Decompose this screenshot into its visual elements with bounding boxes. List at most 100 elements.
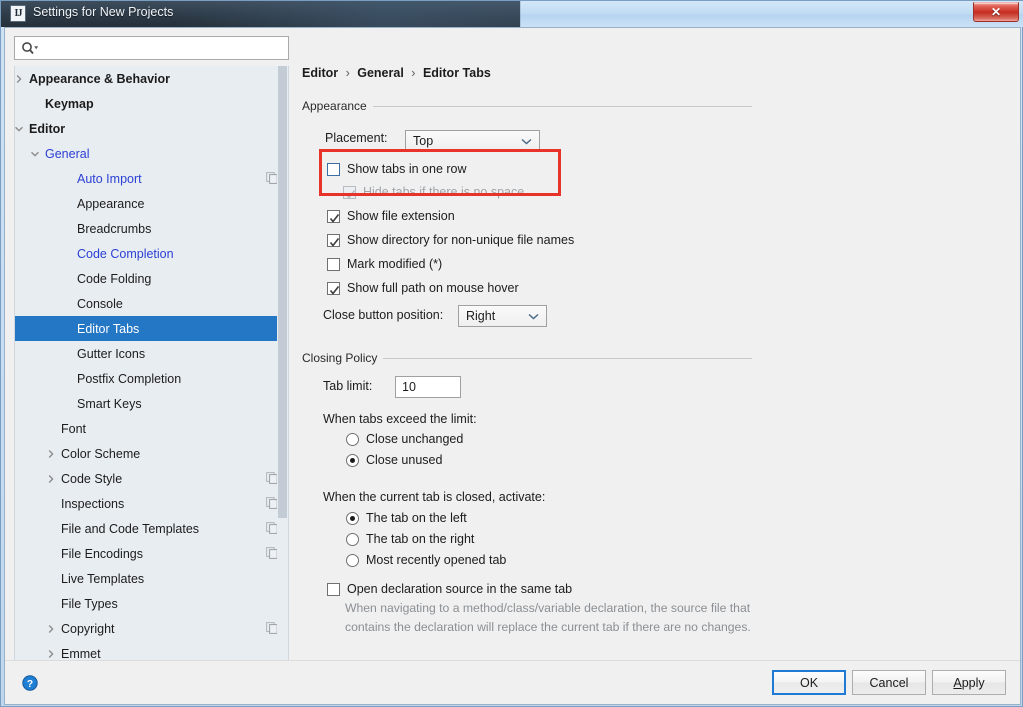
settings-tree[interactable]: Appearance & Behavior Keymap Editor General… [14,66,289,688]
sidebar-item-breadcrumbs[interactable]: Breadcrumbs [15,216,288,241]
radio-dot [350,515,355,521]
chevron-right-icon[interactable] [45,623,57,635]
close-button-position-dropdown[interactable]: Right [458,305,547,327]
sidebar-item-appearance[interactable]: Appearance [15,191,288,216]
tab-on-right-label: The tab on the right [366,532,475,546]
search-icon [21,41,39,55]
sidebar-item-color-scheme[interactable]: Color Scheme [15,441,288,466]
sidebar-item-smart-keys[interactable]: Smart Keys [15,391,288,416]
chevron-right-icon[interactable] [45,473,57,485]
chevron-down-icon [521,134,532,148]
cancel-button[interactable]: Cancel [852,670,926,695]
placement-dropdown[interactable]: Top [405,130,540,152]
sidebar-scrollbar-thumb[interactable] [278,66,287,518]
sidebar-item-auto-import[interactable]: Auto Import [15,166,288,191]
tab-on-left-radio[interactable]: The tab on the left [346,511,467,525]
show-tabs-one-row-checkbox[interactable]: Show tabs in one row [327,162,467,176]
appearance-section-title: Appearance [302,99,367,113]
sidebar-item-inspections[interactable]: Inspections [15,491,288,516]
sidebar-scrollbar[interactable] [277,66,288,688]
hide-tabs-no-space-checkbox: Hide tabs if there is no space [343,185,524,199]
sidebar-item-code-completion[interactable]: Code Completion [15,241,288,266]
sidebar-item-general[interactable]: General [15,141,288,166]
sidebar-item-label: Keymap [45,96,94,111]
exceed-limit-label-text: When tabs exceed the limit: [323,412,477,426]
close-button-position-row: Close button position: [323,308,443,322]
open-declaration-description: When navigating to a method/class/variab… [345,601,751,634]
sidebar-item-postfix-completion[interactable]: Postfix Completion [15,366,288,391]
checkbox-box [343,185,356,199]
open-declaration-checkbox[interactable]: Open declaration source in the same tab [327,582,572,596]
close-unused-radio[interactable]: Close unused [346,453,442,467]
ok-button-label: OK [799,675,819,690]
chevron-right-icon[interactable] [45,448,57,460]
sidebar-item-label: Appearance [77,196,145,211]
sidebar-item-keymap[interactable]: Keymap [15,91,288,116]
placement-label: Placement: [325,131,388,145]
sidebar-item-label: Console [77,296,123,311]
show-file-extension-label: Show file extension [347,209,455,223]
show-full-path-checkbox[interactable]: Show full path on mouse hover [327,281,519,295]
ok-button[interactable]: OK [772,670,846,695]
chevron-down-icon[interactable] [15,123,25,135]
open-declaration-label: Open declaration source in the same tab [347,582,573,596]
sidebar-item-label: Inspections [61,496,125,511]
sidebar-item-code-folding[interactable]: Code Folding [15,266,288,291]
chevron-right-icon[interactable] [15,73,25,85]
sidebar-item-label: General [45,146,90,161]
checkbox-box [327,233,340,247]
sidebar-item-file-and-code-templates[interactable]: File and Code Templates [15,516,288,541]
sidebar-item-label: Code Style [61,471,123,486]
search-input[interactable] [14,36,289,60]
sidebar-item-label: Editor [29,121,66,136]
closing-policy-section-title: Closing Policy [302,351,378,365]
help-icon[interactable]: ? [22,675,38,691]
breadcrumb-editor[interactable]: Editor [302,66,338,80]
radio-dot [350,457,355,463]
sidebar-item-live-templates[interactable]: Live Templates [15,566,288,591]
settings-tree-list: Appearance & Behavior Keymap Editor General… [15,66,288,666]
sidebar-item-file-types[interactable]: File Types [15,591,288,616]
chevron-right-icon[interactable] [45,648,57,660]
sidebar-item-copyright[interactable]: Copyright [15,616,288,641]
show-file-extension-checkbox[interactable]: Show file extension [327,209,455,223]
apply-rest: pply [961,675,985,690]
placement-row: Placement: [325,131,388,145]
title-bar-glow [176,1,521,27]
title-bar: IJ Settings for New Projects ✕ [1,1,1023,27]
mark-modified-checkbox[interactable]: Mark modified (*) [327,257,442,271]
sidebar-item-editor[interactable]: Editor [15,116,288,141]
sidebar-item-appearance-behavior[interactable]: Appearance & Behavior [15,66,288,91]
tab-on-right-radio[interactable]: The tab on the right [346,532,474,546]
sidebar-item-console[interactable]: Console [15,291,288,316]
tab-limit-value: 10 [402,380,416,394]
close-glyph: ✕ [990,5,1002,19]
exceed-limit-label: When tabs exceed the limit: [323,412,477,426]
sidebar-item-label: Font [61,421,87,436]
checkbox-box [327,162,340,176]
sidebar-item-label: File Types [61,596,118,611]
sidebar-item-code-style[interactable]: Code Style [15,466,288,491]
dialog-body: Appearance & Behavior Keymap Editor General… [4,27,1021,705]
apply-button-label: Apply [953,676,984,690]
sidebar-item-file-encodings[interactable]: File Encodings [15,541,288,566]
tab-limit-row: Tab limit: [323,379,372,393]
close-unchanged-radio[interactable]: Close unchanged [346,432,463,446]
settings-dialog-window: IJ Settings for New Projects ✕ Appearanc… [0,0,1023,707]
apply-mnemonic: A [953,675,962,690]
dialog-button-bar: ? OK Cancel Apply [5,660,1020,704]
sidebar-item-label: Emmet [61,646,101,661]
sidebar-item-label: Code Completion [77,246,174,261]
apply-button[interactable]: Apply [932,670,1006,695]
breadcrumb-general[interactable]: General [357,66,404,80]
appearance-section-header: Appearance [302,99,752,113]
chevron-down-icon[interactable] [29,148,41,160]
sidebar-item-font[interactable]: Font [15,416,288,441]
most-recently-opened-radio[interactable]: Most recently opened tab [346,553,506,567]
show-directory-non-unique-checkbox[interactable]: Show directory for non-unique file names [327,233,574,247]
mark-modified-label: Mark modified (*) [347,257,443,271]
sidebar-item-gutter-icons[interactable]: Gutter Icons [15,341,288,366]
sidebar-item-editor-tabs[interactable]: Editor Tabs [15,316,288,341]
close-icon[interactable]: ✕ [973,2,1019,22]
tab-limit-input[interactable]: 10 [395,376,461,398]
